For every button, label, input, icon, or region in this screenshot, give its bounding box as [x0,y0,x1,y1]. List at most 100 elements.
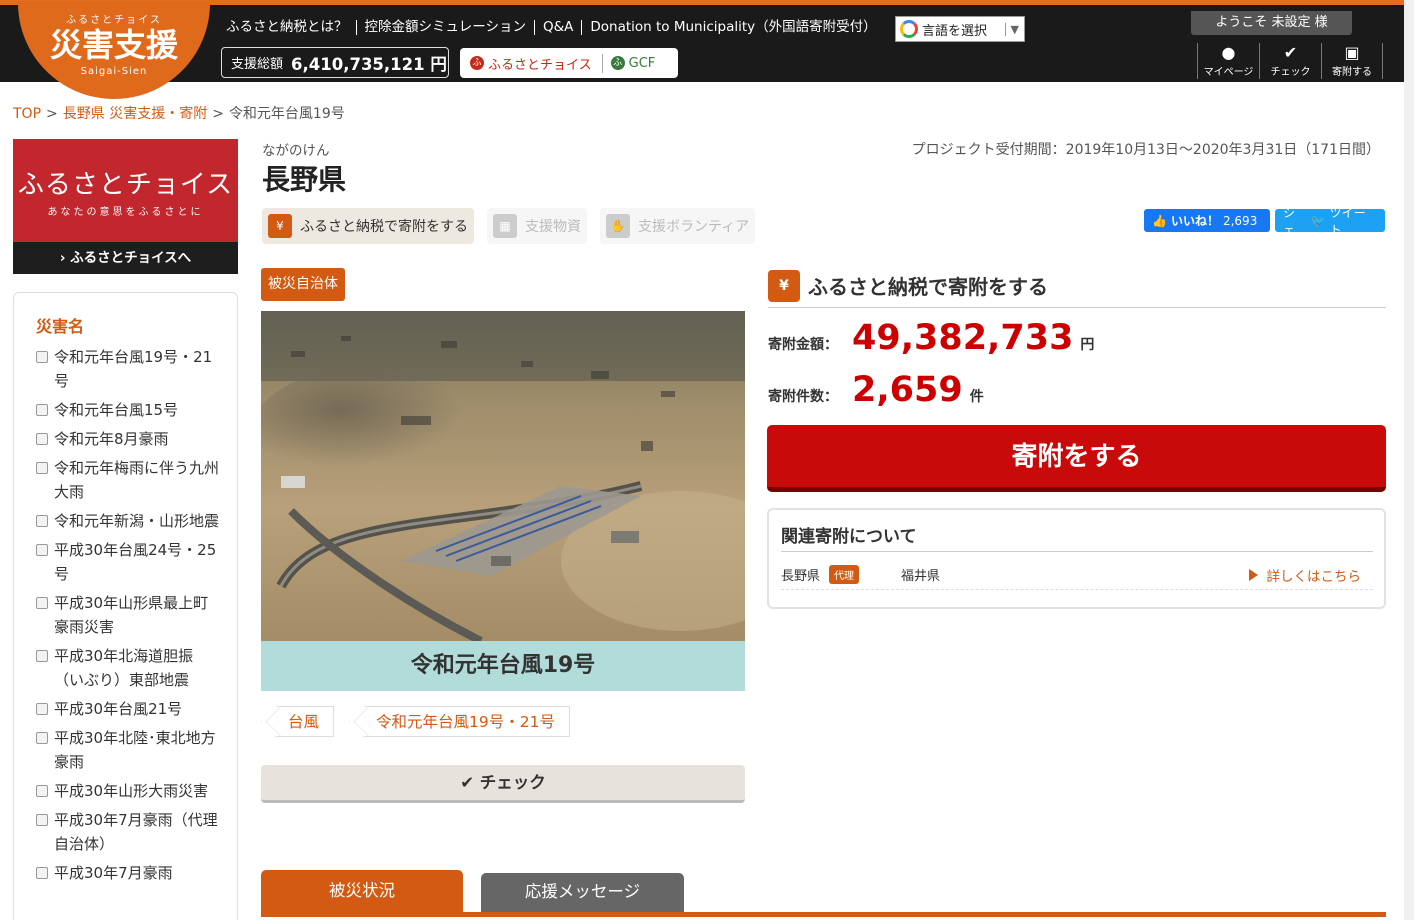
donation-count-value: 2,659 [852,370,963,410]
twitter-bird-icon: 🐦 [1310,213,1326,228]
checkbox[interactable] [36,433,48,445]
mypage-label: マイページ [1203,67,1254,78]
project-period: プロジェクト受付期間：2019年10月13日～2020年3月31日（171日間） [911,142,1380,158]
disaster-filter-item[interactable]: 平成30年北陸･東北地方豪雨 [36,726,221,774]
tab-relief-supplies[interactable]: ▦ 支援物資 [487,208,587,244]
disaster-filter-item[interactable]: 令和元年台風15号 [36,398,221,422]
donation-section-title: ¥ ふるさと納税で寄附をする [768,264,1386,308]
furusato-choice-banner[interactable]: ふるさとチョイス あなたの意思をふるさとに › ふるさとチョイスへ [13,139,238,274]
nav-qa[interactable]: Q&A [535,19,583,35]
scrollbar[interactable] [1404,0,1414,920]
chevron-down-icon: ▼ [1004,22,1024,36]
checkbox[interactable] [36,515,48,527]
checkbox[interactable] [36,785,48,797]
donation-amount-label: 寄附金額： [768,337,838,353]
donate-menu-button[interactable]: ▣ 寄附する [1321,43,1383,79]
disaster-filter-item[interactable]: 平成30年山形県最上町豪雨災害 [36,591,221,639]
like-label: いいね！ [1170,214,1219,228]
aerial-flood-photo [261,311,745,641]
banner-link-label: ふるさとチョイスへ [70,250,192,266]
logo-subtitle: ふるさとチョイス [66,15,162,26]
check-icon: ✔ [1283,43,1298,62]
language-select[interactable]: 言語を選択 ▼ [895,16,1025,42]
disaster-filter-item[interactable]: 平成30年台風24号・25号 [36,538,221,586]
disaster-filter-item[interactable]: 平成30年7月豪雨（代理自治体） [36,808,221,856]
donate-box-icon: ¥ [268,214,292,238]
donation-count-row: 寄附件数： 2,659 件 [768,370,984,410]
prefecture-furigana: ながのけん [262,143,330,159]
partner-choice-label: ふるさとチョイス [488,57,592,73]
disaster-filter-item[interactable]: 令和元年台風19号・21号 [36,345,221,393]
disaster-filter-item[interactable]: 平成30年北海道胆振（いぶり）東部地震 [36,644,221,692]
nav-simulation[interactable]: 控除金額シミュレーション [357,19,535,35]
logo-roman: Saigai-Sien [80,66,148,77]
donate-button[interactable]: 寄附をする [767,425,1386,492]
donate-box-icon: ¥ [768,269,800,302]
tab-volunteer-label: 支援ボランティア [638,219,750,235]
check-list-button[interactable]: ✔ チェック [1259,43,1321,79]
check-button[interactable]: ✔ チェック [261,765,745,803]
chevron-right-icon: › [59,250,71,266]
breadcrumb-prefecture[interactable]: 長野県 災害支援・寄附 [63,106,207,122]
disaster-filter-label: 令和元年台風15号 [54,401,179,419]
details-link[interactable]: 詳しくはこちら [1248,565,1362,585]
site-header: ふるさとチョイス 災害支援 Saigai-Sien ふるさと納税とは？ 控除金額… [0,0,1414,99]
details-link-label: 詳しくはこちら [1266,568,1362,585]
breadcrumb-separator: > [212,106,224,122]
site-logo[interactable]: ふるさとチョイス 災害支援 Saigai-Sien [18,1,210,99]
disaster-filter-item[interactable]: 令和元年8月豪雨 [36,427,221,451]
banner-title: ふるさとチョイス [17,170,234,200]
facebook-like-button[interactable]: 👍 いいね！ 2,693 [1144,209,1270,232]
disaster-filter-label: 令和元年台風19号・21号 [54,348,213,390]
proxy-badge: 代理 [829,565,860,584]
partner-choice-link[interactable]: ふふるさとチョイス [460,53,603,73]
partner-links: ふふるさとチョイス ふ GCF [460,48,678,78]
checkbox[interactable] [36,462,48,474]
tag-typhoon[interactable]: 台風 [261,706,335,738]
checkbox[interactable] [36,703,48,715]
banner-subtitle: あなたの意思をふるさとに [47,207,204,218]
welcome-message: ようこそ 未設定 様 [1191,11,1352,35]
disaster-filter-label: 平成30年北陸･東北地方豪雨 [54,729,216,771]
checkbox[interactable] [36,351,48,363]
disaster-filter-item[interactable]: 平成30年7月豪雨 [36,861,221,885]
checkbox[interactable] [36,732,48,744]
tab-volunteer[interactable]: ✋ 支援ボランティア [600,208,756,244]
checkbox[interactable] [36,404,48,416]
checkbox[interactable] [36,867,48,879]
related-donations: 関連寄附について 長野県 代理 福井県 詳しくはこちら [767,508,1386,609]
checkbox[interactable] [36,650,48,662]
mypage-button[interactable]: ● マイページ [1197,43,1259,79]
checkbox[interactable] [36,814,48,826]
tab-underline [261,912,1386,917]
checkbox[interactable] [36,544,48,556]
disaster-filter-item[interactable]: 平成30年山形大雨災害 [36,779,221,803]
banner-link[interactable]: › ふるさとチョイスへ [13,242,238,274]
breadcrumb-top[interactable]: TOP [13,106,41,122]
thumbs-up-icon: 👍 [1152,213,1167,228]
nav-foreign-donation[interactable]: Donation to Municipality（外国語寄附受付） [582,19,884,35]
partner-gcf-link[interactable]: ふ GCF [603,56,664,71]
nav-about[interactable]: ふるさと納税とは？ [218,19,357,35]
breadcrumb-current: 令和元年台風19号 [228,106,345,122]
google-icon [900,20,918,38]
donation-amount-value: 49,382,733 [852,318,1074,358]
supplies-box-icon: ▦ [493,214,517,238]
disaster-filter-item[interactable]: 令和元年梅雨に伴う九州大雨 [36,456,221,504]
checkbox[interactable] [36,597,48,609]
tab-damage-status[interactable]: 被災状況 [261,870,463,914]
share-tweet-button[interactable]: シェ 🐦 ツイート [1275,206,1385,237]
disaster-filter-item[interactable]: 平成30年台風21号 [36,697,221,721]
tab-furusato-donation[interactable]: ¥ ふるさと納税で寄附をする [262,208,474,244]
flood-photo-illustration [261,311,745,641]
disaster-filter-label: 平成30年北海道胆振（いぶり）東部地震 [54,647,194,689]
divider [781,551,1373,552]
check-icon: ✔ [460,773,480,792]
top-nav: ふるさと納税とは？ 控除金額シミュレーション Q&A Donation to M… [218,15,885,39]
related-donation-row: 長野県 代理 福井県 詳しくはこちら [781,560,1373,590]
support-total-label: 支援総額 [231,57,284,72]
disaster-caption: 令和元年台風19号 [261,641,745,691]
disaster-filter-item[interactable]: 令和元年新潟・山形地震 [36,509,221,533]
tag-typhoon-19-21[interactable]: 令和元年台風19号・21号 [349,706,570,738]
tab-support-messages[interactable]: 応援メッセージ [481,873,684,914]
